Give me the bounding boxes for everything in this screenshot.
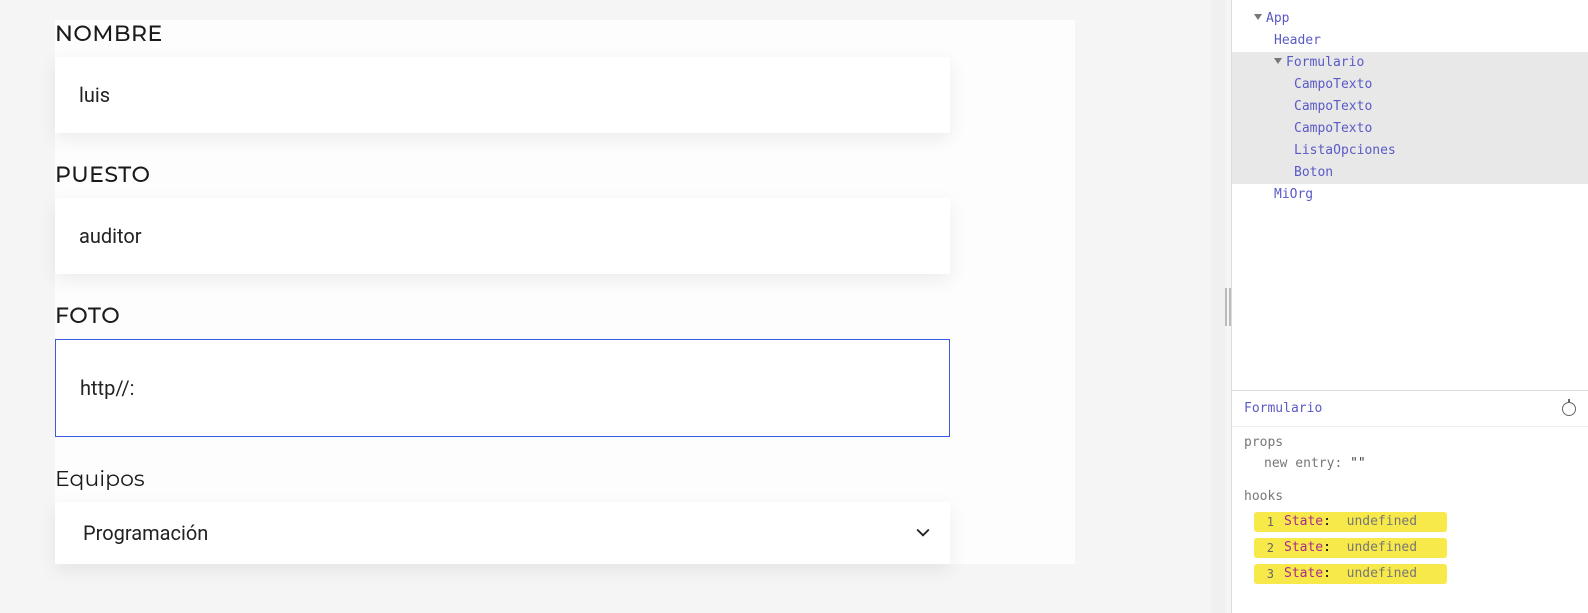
- form-field-equipos: Equipos Programación: [55, 465, 1075, 564]
- field-label-foto: FOTO: [55, 302, 1075, 329]
- panel-resizer[interactable]: [1225, 0, 1231, 613]
- tree-node-campotexto[interactable]: CampoTexto: [1232, 74, 1588, 96]
- tree-node-label: CampoTexto: [1294, 99, 1372, 114]
- caret-down-icon: [1254, 14, 1262, 20]
- tree-node-miorg[interactable]: MiOrg: [1232, 184, 1588, 206]
- hooks-list: 1 State: undefined 2 State: undefined 3 …: [1232, 508, 1588, 586]
- tree-node-header[interactable]: Header: [1232, 30, 1588, 52]
- hook-entry: State: undefined: [1278, 538, 1447, 558]
- puesto-input[interactable]: [55, 198, 950, 274]
- hook-index: 2: [1254, 538, 1278, 558]
- timer-icon[interactable]: [1562, 402, 1576, 416]
- nombre-input[interactable]: [55, 57, 950, 133]
- details-header: Formulario: [1232, 391, 1588, 427]
- tree-node-label: Boton: [1294, 165, 1333, 180]
- tree-node-label: App: [1266, 11, 1289, 26]
- tree-node-boton[interactable]: Boton: [1232, 162, 1588, 184]
- field-label-nombre: NOMBRE: [55, 20, 1075, 47]
- hooks-section-label: hooks: [1232, 481, 1588, 508]
- form-container: NOMBRE PUESTO FOTO Equipos Programación: [55, 20, 1075, 564]
- hook-row[interactable]: 1 State: undefined: [1254, 510, 1588, 534]
- hook-row[interactable]: 2 State: undefined: [1254, 536, 1588, 560]
- props-new-entry[interactable]: new entry: "": [1232, 454, 1588, 481]
- hook-row[interactable]: 3 State: undefined: [1254, 562, 1588, 586]
- selected-component-name: Formulario: [1244, 401, 1322, 416]
- tree-node-label: CampoTexto: [1294, 121, 1372, 136]
- hook-index: 1: [1254, 512, 1278, 532]
- component-tree: App Header Formulario CampoTexto CampoTe…: [1232, 0, 1588, 390]
- component-details: Formulario props new entry: "" hooks 1 S…: [1232, 390, 1588, 613]
- hook-entry: State: undefined: [1278, 564, 1447, 584]
- form-field-nombre: NOMBRE: [55, 20, 1075, 133]
- form-field-foto: FOTO: [55, 302, 1075, 437]
- tree-node-label: MiOrg: [1274, 187, 1313, 202]
- tree-node-label: ListaOpciones: [1294, 143, 1396, 158]
- tree-node-label: Formulario: [1286, 55, 1364, 70]
- props-value: "": [1350, 456, 1366, 471]
- tree-node-formulario[interactable]: Formulario: [1232, 52, 1588, 74]
- scrollbar[interactable]: [1211, 0, 1225, 613]
- tree-node-label: Header: [1274, 33, 1321, 48]
- field-label-puesto: PUESTO: [55, 161, 1075, 188]
- tree-node-campotexto[interactable]: CampoTexto: [1232, 118, 1588, 140]
- resizer-handle-icon: [1225, 288, 1231, 326]
- caret-down-icon: [1274, 58, 1282, 64]
- chevron-down-icon: [916, 526, 930, 540]
- foto-input[interactable]: [55, 339, 950, 437]
- tree-node-campotexto[interactable]: CampoTexto: [1232, 96, 1588, 118]
- field-label-equipos: Equipos: [55, 465, 1075, 492]
- hook-index: 3: [1254, 564, 1278, 584]
- props-key: new entry:: [1264, 456, 1350, 471]
- equipos-select[interactable]: Programación: [55, 502, 950, 564]
- props-section-label: props: [1232, 427, 1588, 454]
- form-page: NOMBRE PUESTO FOTO Equipos Programación: [0, 0, 1225, 613]
- react-devtools-panel: App Header Formulario CampoTexto CampoTe…: [1231, 0, 1588, 613]
- tree-node-app[interactable]: App: [1232, 8, 1588, 30]
- tree-node-label: CampoTexto: [1294, 77, 1372, 92]
- equipos-select-value: Programación: [83, 521, 922, 545]
- form-field-puesto: PUESTO: [55, 161, 1075, 274]
- hook-entry: State: undefined: [1278, 512, 1447, 532]
- tree-node-listaopciones[interactable]: ListaOpciones: [1232, 140, 1588, 162]
